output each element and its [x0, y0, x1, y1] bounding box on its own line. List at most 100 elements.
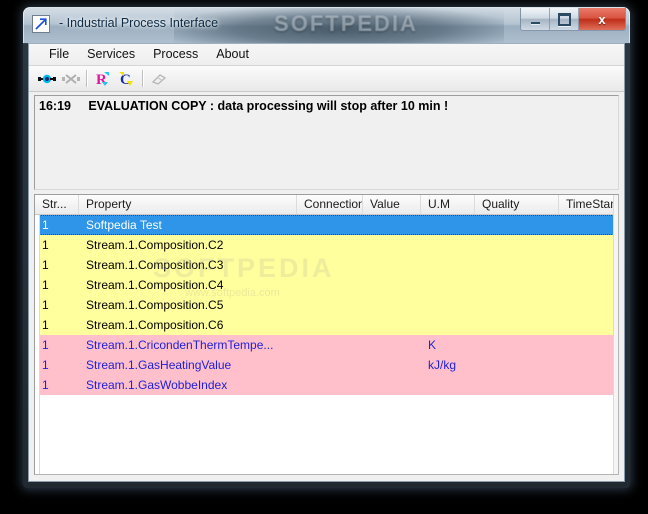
- cell-property: Stream.1.CricondenThermTempe...: [86, 338, 274, 352]
- cell-stream: 1: [42, 318, 49, 332]
- application-window: SOFTPEDIA - Industrial Process Interface: [23, 7, 630, 488]
- cell-value: [363, 315, 421, 335]
- cell-value: [363, 355, 421, 375]
- column-header-timestamp[interactable]: TimeStamp: [559, 195, 616, 214]
- cell-property: Stream.1.GasHeatingValue: [86, 358, 232, 372]
- table-row[interactable]: 1 Stream.1.GasWobbeIndex: [35, 375, 618, 395]
- column-header-property[interactable]: Property: [79, 195, 297, 214]
- cell-quality: [475, 295, 559, 315]
- message-pane[interactable]: 16:19 EVALUATION COPY : data processing …: [34, 95, 619, 190]
- toolbar-separator-1: [86, 70, 88, 87]
- close-button[interactable]: x: [579, 8, 625, 30]
- cell-stream: 1: [42, 258, 49, 272]
- cell-stream: 1: [42, 278, 49, 292]
- menu-item-file[interactable]: File: [40, 45, 78, 64]
- cell-timestamp: [559, 215, 616, 235]
- column-header-um[interactable]: U.M: [421, 195, 475, 214]
- config-icon[interactable]: C: [115, 68, 139, 90]
- property-grid[interactable]: Str... Property Connection Value U.M Qua…: [34, 194, 619, 475]
- cell-timestamp: [559, 295, 616, 315]
- cell-property: Stream.1.Composition.C6: [86, 318, 224, 332]
- cell-value: [363, 295, 421, 315]
- window-controls: x: [520, 8, 626, 31]
- cell-timestamp: [559, 235, 616, 255]
- desktop-background: SOFTPEDIA - Industrial Process Interface: [0, 0, 648, 514]
- cell-value: [363, 275, 421, 295]
- table-row[interactable]: 1 Stream.1.Composition.C4: [35, 275, 618, 295]
- maximize-icon: [550, 8, 578, 30]
- svg-text:C: C: [120, 72, 131, 88]
- svg-text:R: R: [96, 72, 107, 88]
- column-header-value[interactable]: Value: [363, 195, 421, 214]
- cell-property: Softpedia Test: [86, 218, 162, 232]
- cell-timestamp: [559, 335, 616, 355]
- cell-um: K: [428, 338, 437, 352]
- grid-body: 1 Softpedia Test 1 Stream.1.Composition.C2 1…: [35, 215, 618, 395]
- cell-um: [421, 275, 475, 295]
- cell-value: [363, 375, 421, 395]
- cell-quality: [475, 375, 559, 395]
- cell-property: Stream.1.Composition.C3: [86, 258, 224, 272]
- cell-connection: [297, 295, 363, 315]
- column-header-stream[interactable]: Str...: [35, 195, 79, 214]
- menu-item-services[interactable]: Services: [78, 45, 144, 64]
- cell-um: [421, 255, 475, 275]
- minimize-button[interactable]: [521, 8, 550, 30]
- window-title: - Industrial Process Interface: [59, 16, 219, 30]
- cell-um: [421, 375, 475, 395]
- cell-value: [363, 235, 421, 255]
- cell-connection: [297, 335, 363, 355]
- cell-value: [363, 335, 421, 355]
- cell-um: [421, 315, 475, 335]
- diagonal-arrow-icon: [32, 15, 50, 33]
- grid-scroll-gutter[interactable]: [613, 195, 618, 474]
- cell-quality: [475, 275, 559, 295]
- menu-item-about[interactable]: About: [207, 45, 258, 64]
- cell-stream: 1: [42, 358, 49, 372]
- cell-um: [421, 215, 475, 235]
- cell-property: Stream.1.GasWobbeIndex: [86, 378, 228, 392]
- cell-value: [363, 215, 421, 235]
- cell-connection: [297, 355, 363, 375]
- erase-icon: [147, 68, 171, 90]
- cell-um: [421, 295, 475, 315]
- table-row[interactable]: 1 Stream.1.Composition.C2: [35, 235, 618, 255]
- table-row[interactable]: 1 Stream.1.GasHeatingValue kJ/kg: [35, 355, 618, 375]
- cell-timestamp: [559, 355, 616, 375]
- menu-bar: File Services Process About: [29, 44, 624, 66]
- table-row[interactable]: 1 Stream.1.CricondenThermTempe... K: [35, 335, 618, 355]
- cell-quality: [475, 255, 559, 275]
- tool-bar: R C: [29, 66, 624, 92]
- cell-um: kJ/kg: [428, 358, 457, 372]
- cell-um: [421, 235, 475, 255]
- maximize-button[interactable]: [550, 8, 579, 30]
- cell-timestamp: [559, 255, 616, 275]
- table-row[interactable]: 1 Stream.1.Composition.C5: [35, 295, 618, 315]
- cell-property: Stream.1.Composition.C2: [86, 238, 224, 252]
- read-icon[interactable]: R: [91, 68, 115, 90]
- cell-stream: 1: [42, 338, 49, 352]
- cell-stream: 1: [42, 378, 49, 392]
- menu-item-process[interactable]: Process: [144, 45, 207, 64]
- title-bar-contents: - Industrial Process Interface x: [23, 7, 630, 43]
- table-row[interactable]: 1 Softpedia Test: [35, 215, 618, 235]
- cell-timestamp: [559, 375, 616, 395]
- cell-connection: [297, 275, 363, 295]
- table-row[interactable]: 1 Stream.1.Composition.C3: [35, 255, 618, 275]
- close-icon: x: [598, 11, 606, 27]
- connect-icon[interactable]: [35, 68, 59, 90]
- cell-stream: 1: [42, 298, 49, 312]
- disconnect-icon: [59, 68, 83, 90]
- cell-connection: [297, 375, 363, 395]
- cell-stream: 1: [42, 238, 49, 252]
- table-row[interactable]: 1 Stream.1.Composition.C6: [35, 315, 618, 335]
- cell-property: Stream.1.Composition.C5: [86, 298, 224, 312]
- cell-connection: [297, 255, 363, 275]
- cell-timestamp: [559, 275, 616, 295]
- cell-value: [363, 255, 421, 275]
- minimize-icon: [521, 8, 549, 30]
- column-header-connection[interactable]: Connection: [297, 195, 363, 214]
- column-header-quality[interactable]: Quality: [475, 195, 559, 214]
- grid-header-row: Str... Property Connection Value U.M Qua…: [35, 195, 618, 215]
- cell-timestamp: [559, 315, 616, 335]
